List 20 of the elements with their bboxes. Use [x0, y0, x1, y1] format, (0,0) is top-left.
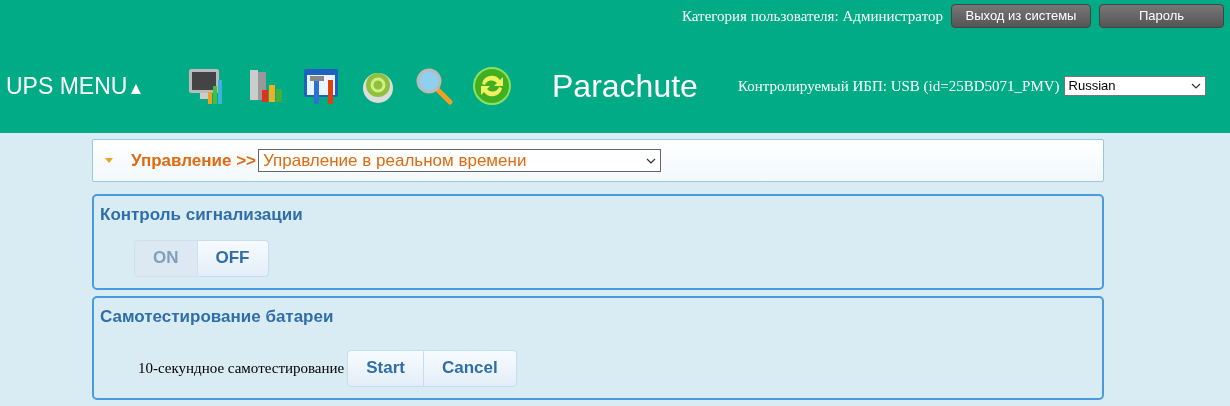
caret-icon	[105, 158, 113, 163]
logo: Parachute	[552, 67, 699, 106]
language-select[interactable]: Russian	[1063, 76, 1206, 96]
chevron-down-icon	[646, 157, 657, 164]
panel-title: Контроль сигнализации	[100, 204, 304, 226]
toggle-button[interactable]: Cancel	[423, 349, 517, 387]
panel-title: Самотестирование батареи	[100, 306, 335, 328]
test-label: 10-секундное самотестирование	[138, 358, 345, 378]
menu-title[interactable]: UPS MENU▲	[6, 68, 186, 104]
refresh-icon[interactable]	[472, 66, 512, 106]
search-icon[interactable]	[414, 66, 454, 106]
toggle-button[interactable]: Start	[347, 349, 424, 387]
monitored-ups: Контролируемый ИБП: USB (id=25BD5071_PMV)	[738, 76, 1060, 96]
breadcrumb-label: Управление >>	[131, 149, 257, 172]
logout-button[interactable]: Выход из системы	[951, 4, 1091, 28]
chevron-down-icon	[1190, 83, 1201, 89]
page-select[interactable]: Управление в реальном времени	[258, 149, 662, 172]
user-category: Категория пользователя: Администратор	[682, 6, 943, 26]
toggle-button[interactable]: OFF	[197, 239, 269, 277]
password-button[interactable]: Пароль	[1099, 4, 1224, 28]
